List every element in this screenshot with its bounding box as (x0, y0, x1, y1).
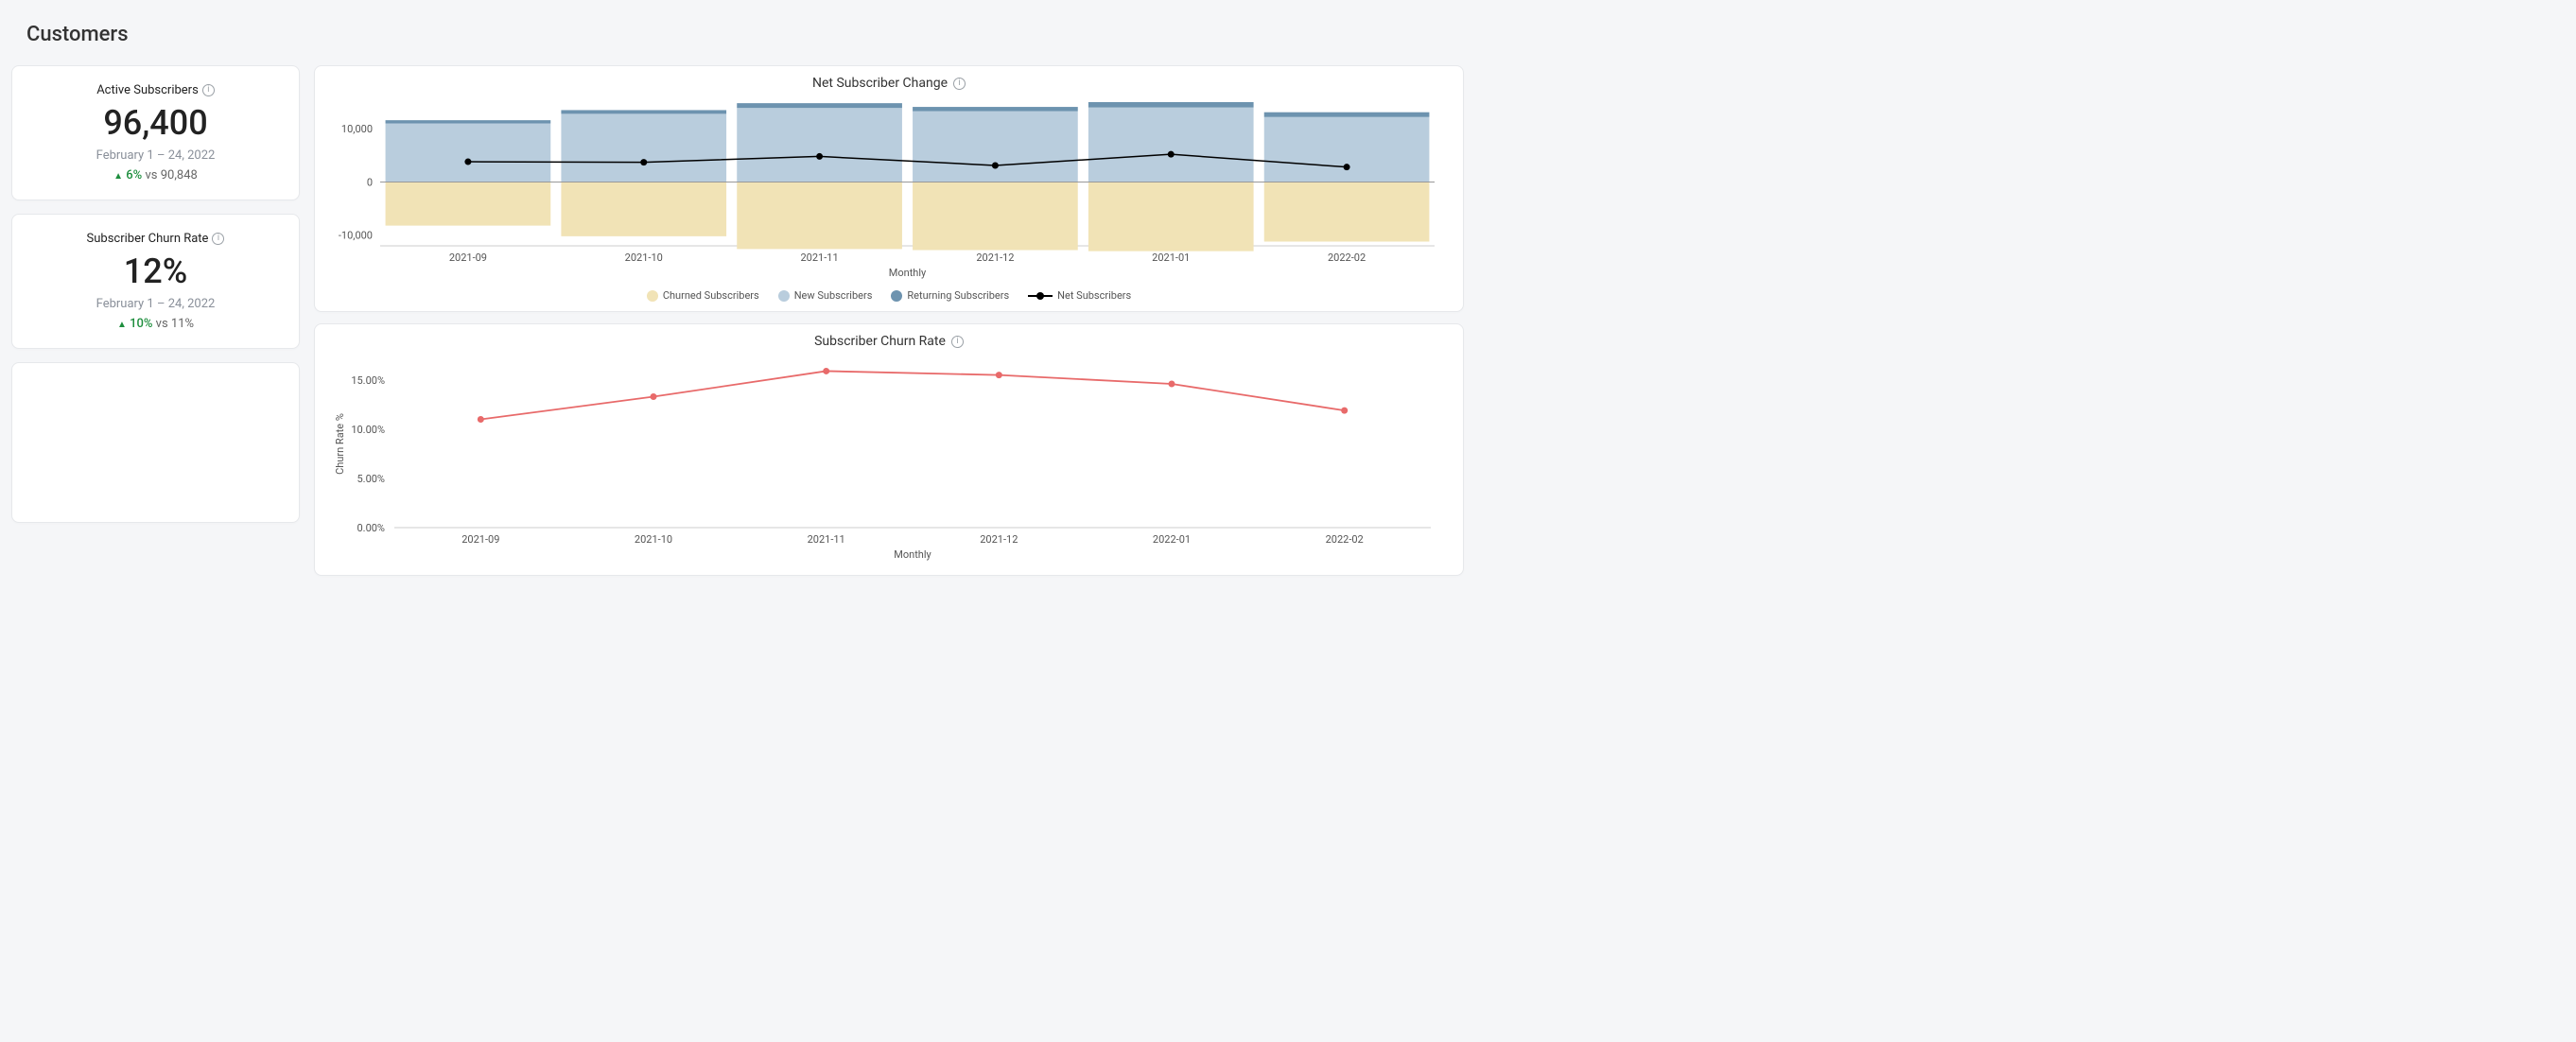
metric-change: ▲ 10% vs 11% (27, 317, 284, 331)
svg-text:5.00%: 5.00% (357, 473, 385, 485)
svg-text:10.00%: 10.00% (351, 424, 385, 436)
chart-title: Net Subscriber Change (812, 76, 948, 91)
chart-title: Subscriber Churn Rate (814, 334, 946, 349)
svg-text:2021-09: 2021-09 (449, 252, 487, 264)
left-column: Active Subscribers i 96,400 February 1 –… (11, 65, 300, 576)
svg-text:Churn Rate %: Churn Rate % (334, 413, 346, 475)
metric-change-pct: 10% (130, 317, 152, 331)
svg-text:2021-01: 2021-01 (1152, 252, 1190, 264)
metric-value: 96,400 (27, 103, 284, 143)
svg-text:15.00%: 15.00% (351, 374, 385, 387)
svg-text:2021-11: 2021-11 (801, 252, 839, 264)
legend-item-returning: Returning Subscribers (891, 289, 1009, 302)
legend-item-new: New Subscribers (778, 289, 873, 302)
metric-title: Subscriber Churn Rate (87, 232, 209, 246)
metric-value: 12% (27, 252, 284, 291)
legend-swatch (778, 290, 790, 302)
legend-swatch (891, 290, 902, 302)
svg-text:Monthly: Monthly (889, 267, 927, 279)
svg-text:0.00%: 0.00% (357, 522, 385, 534)
svg-text:10,000: 10,000 (341, 123, 373, 135)
chart-legend: Churned Subscribers New Subscribers Retu… (328, 289, 1450, 302)
legend-label: Net Subscribers (1057, 289, 1131, 302)
net-subscriber-change-chart: -10,000 0 10,000 2021-09 2021-10 2021-11 2021-… (328, 95, 1444, 284)
info-icon[interactable]: i (212, 233, 224, 245)
metric-date-range: February 1 – 24, 2022 (27, 297, 284, 311)
svg-text:2022-02: 2022-02 (1326, 533, 1364, 546)
svg-text:2021-12: 2021-12 (980, 533, 1018, 546)
legend-label: New Subscribers (794, 289, 873, 302)
chart-card-net-subscriber-change: Net Subscriber Change i -10,000 0 10,000 20… (314, 65, 1464, 312)
svg-text:Monthly: Monthly (894, 548, 931, 561)
empty-card (11, 362, 300, 523)
metric-date-range: February 1 – 24, 2022 (27, 148, 284, 163)
info-icon[interactable]: i (951, 336, 964, 348)
metric-change: ▲ 6% vs 90,848 (27, 168, 284, 182)
svg-text:2021-10: 2021-10 (625, 252, 663, 264)
legend-item-net: Net Subscribers (1028, 289, 1131, 302)
svg-text:2021-12: 2021-12 (976, 252, 1014, 264)
right-column: Net Subscriber Change i -10,000 0 10,000 20… (314, 65, 1464, 576)
svg-text:2022-01: 2022-01 (1153, 533, 1191, 546)
legend-line-swatch (1028, 291, 1053, 301)
metric-title: Active Subscribers (96, 83, 199, 97)
info-icon[interactable]: i (953, 78, 966, 90)
churn-rate-chart: 0.00% 5.00% 10.00% 15.00% 2021-09 2021-10 2021… (328, 353, 1444, 565)
metric-card-churn-rate: Subscriber Churn Rate i 12% February 1 –… (11, 214, 300, 349)
svg-text:2021-11: 2021-11 (808, 533, 845, 546)
legend-label: Churned Subscribers (663, 289, 759, 302)
legend-swatch (647, 290, 658, 302)
svg-text:2021-09: 2021-09 (461, 533, 499, 546)
svg-text:2021-10: 2021-10 (635, 533, 672, 546)
page-title: Customers (0, 0, 1475, 65)
svg-text:2022-02: 2022-02 (1328, 252, 1366, 264)
metric-change-prev: vs 90,848 (146, 168, 198, 182)
legend-label: Returning Subscribers (907, 289, 1009, 302)
svg-text:0: 0 (367, 176, 373, 188)
metric-card-active-subscribers: Active Subscribers i 96,400 February 1 –… (11, 65, 300, 200)
legend-item-churned: Churned Subscribers (647, 289, 759, 302)
svg-text:-10,000: -10,000 (339, 230, 373, 242)
info-icon[interactable]: i (202, 84, 215, 96)
chart-card-churn-rate: Subscriber Churn Rate i 0.00% 5.00% 10.00%… (314, 323, 1464, 576)
arrow-up-icon: ▲ (117, 320, 127, 330)
metric-change-prev: vs 11% (156, 317, 194, 331)
metric-change-pct: 6% (126, 168, 142, 182)
arrow-up-icon: ▲ (113, 171, 123, 182)
